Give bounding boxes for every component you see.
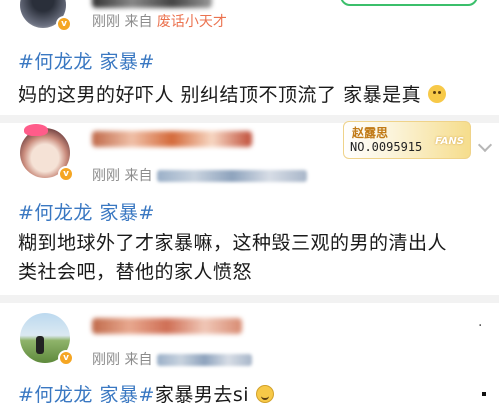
hashtag-link[interactable]: #何龙龙 家暴# — [18, 51, 155, 73]
bow-decoration-icon — [24, 124, 48, 136]
verified-badge-icon: v — [56, 16, 72, 32]
username-blurred[interactable] — [92, 318, 242, 334]
post-text: #何龙龙 家暴#家暴男去si — [18, 380, 274, 410]
post-text: #何龙龙 家暴# — [18, 198, 155, 228]
post-separator — [0, 295, 499, 303]
verified-badge-icon: v — [58, 350, 74, 366]
post-source-blurred[interactable] — [156, 354, 252, 366]
emoji-face-icon — [427, 85, 446, 103]
fans-badge-label: FANS — [435, 136, 464, 147]
post-meta: 刚刚 来自 废话小天才 — [92, 11, 227, 31]
more-options-icon[interactable]: · — [478, 318, 483, 334]
emoji-smile-icon — [255, 385, 274, 403]
post-meta: 刚刚 来自 — [92, 349, 252, 369]
post-body: 妈的这男的好吓人 别纠结顶不顶流了 家暴是真 — [18, 80, 446, 110]
post-time: 刚刚 — [92, 168, 120, 184]
post-text: #何龙龙 家暴# — [18, 47, 155, 77]
hashtag-link[interactable]: #何龙龙 家暴# — [18, 202, 155, 224]
post-body-line-1: 糊到地球外了才家暴嘛，这种毁三观的男的清出人 — [18, 232, 448, 254]
post-time: 刚刚 — [92, 352, 120, 368]
post-body-text: 妈的这男的好吓人 别纠结顶不顶流了 家暴是真 — [18, 84, 422, 106]
post-meta: 刚刚 来自 — [92, 165, 307, 185]
follow-button-partial[interactable] — [340, 0, 478, 6]
avatar-figure-icon — [36, 336, 44, 354]
post-source-link[interactable]: 废话小天才 — [157, 14, 227, 30]
username-blurred[interactable] — [92, 131, 252, 147]
post-source-blurred[interactable] — [156, 170, 307, 182]
dot-mark — [482, 392, 486, 396]
post-body-text: 家暴男去si — [154, 384, 250, 406]
post-time: 刚刚 — [92, 14, 120, 30]
fans-badge-number: NO.0095915 — [350, 140, 423, 154]
post-body-line-2: 类社会吧，替他的家人愤怒 — [18, 261, 253, 283]
hashtag-link[interactable]: #何龙龙 家暴# — [18, 384, 155, 406]
username-blurred[interactable] — [92, 0, 212, 8]
fans-badge[interactable]: 赵露思 NO.0095915 FANS — [343, 121, 471, 159]
post-from-label: 来自 — [124, 14, 153, 30]
verified-badge-icon: v — [58, 166, 74, 182]
post-from-label: 来自 — [124, 168, 153, 184]
fans-badge-name: 赵露思 — [352, 126, 389, 140]
chevron-down-icon[interactable] — [477, 137, 493, 153]
post-from-label: 来自 — [124, 352, 153, 368]
